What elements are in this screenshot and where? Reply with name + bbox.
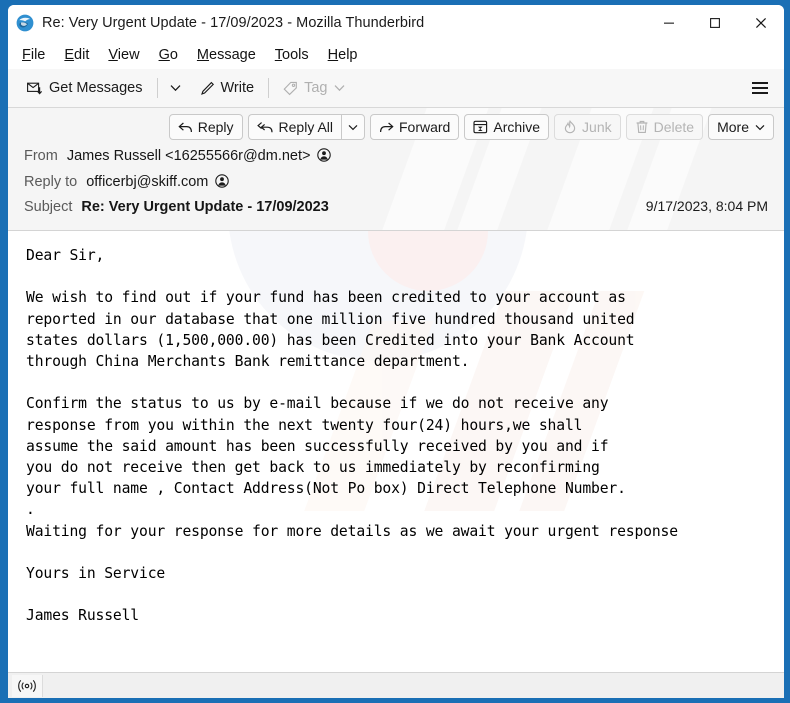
archive-button[interactable]: Archive	[464, 114, 550, 140]
from-label: From	[24, 148, 58, 164]
delete-button[interactable]: Delete	[625, 114, 704, 140]
junk-button[interactable]: Junk	[554, 114, 621, 140]
archive-label: Archive	[493, 119, 541, 135]
reply-arrow-icon	[178, 121, 193, 134]
subject-value: Re: Very Urgent Update - 17/09/2023	[81, 199, 329, 215]
delete-label: Delete	[653, 119, 695, 135]
window-inner: Re: Very Urgent Update - 17/09/2023 - Mo…	[8, 5, 784, 698]
thunderbird-logo-icon	[16, 14, 34, 32]
broadcast-online-icon[interactable]	[12, 674, 43, 697]
reply-all-label: Reply All	[278, 119, 333, 135]
close-button[interactable]	[738, 5, 784, 41]
reply-all-dropdown[interactable]	[341, 114, 365, 140]
from-value[interactable]: James Russell <16255566r@dm.net>	[67, 148, 311, 164]
reply-to-label: Reply to	[24, 174, 78, 190]
more-label: More	[717, 119, 749, 135]
flame-icon	[563, 120, 577, 134]
get-messages-dropdown[interactable]	[165, 75, 187, 102]
reply-all-arrow-icon	[256, 121, 274, 134]
more-dropdown-chevron	[755, 124, 765, 131]
message-body: Dear Sir, We wish to find out if your fu…	[8, 231, 784, 672]
menu-message[interactable]: Message	[197, 47, 256, 63]
archive-box-icon	[473, 120, 488, 134]
get-messages-label: Get Messages	[49, 80, 143, 96]
reply-all-group: Reply All	[247, 114, 365, 140]
reply-label: Reply	[197, 119, 234, 135]
trash-icon	[635, 120, 649, 134]
header-replyto-row: Reply to officerbj@skiff.com	[8, 170, 784, 196]
tag-label: Tag	[304, 80, 328, 96]
forward-button[interactable]: Forward	[370, 114, 460, 140]
chevron-down-icon	[335, 85, 345, 92]
get-messages-button[interactable]: Get Messages	[20, 75, 150, 102]
chevron-down-icon	[755, 124, 765, 130]
menu-view[interactable]: View	[108, 47, 139, 63]
window-controls	[646, 5, 784, 41]
chevron-down-icon	[170, 85, 181, 92]
junk-label: Junk	[582, 119, 612, 135]
message-action-row: Reply Reply All Forward Archive Junk Del…	[8, 108, 784, 144]
header-from-row: From James Russell <16255566r@dm.net>	[8, 144, 784, 170]
hamburger-menu-icon[interactable]	[746, 75, 774, 102]
tag-icon	[283, 81, 298, 96]
contact-person-icon[interactable]	[317, 148, 332, 162]
title-bar: Re: Very Urgent Update - 17/09/2023 - Mo…	[8, 5, 784, 41]
tag-button[interactable]: Tag	[276, 75, 352, 102]
menu-bar: File Edit View Go Message Tools Help	[8, 41, 784, 69]
toolbar-divider-1	[156, 78, 158, 98]
header-subject-row: Subject Re: Very Urgent Update - 17/09/2…	[8, 196, 784, 222]
tag-dropdown-chevron[interactable]	[334, 84, 345, 92]
thunderbird-window: Re: Very Urgent Update - 17/09/2023 - Mo…	[0, 0, 790, 703]
maximize-button[interactable]	[692, 5, 738, 41]
message-body-text: Dear Sir, We wish to find out if your fu…	[26, 247, 678, 625]
menu-help[interactable]: Help	[328, 47, 358, 63]
envelope-download-icon	[27, 81, 43, 96]
message-date: 9/17/2023, 8:04 PM	[645, 198, 768, 214]
menu-edit[interactable]: Edit	[64, 47, 89, 63]
write-label: Write	[220, 80, 255, 96]
more-button[interactable]: More	[708, 114, 774, 140]
forward-label: Forward	[399, 119, 451, 135]
write-button[interactable]: Write	[193, 75, 262, 102]
main-toolbar: Get Messages Write Tag	[8, 69, 784, 108]
chevron-down-icon	[348, 124, 358, 130]
status-bar	[8, 672, 784, 698]
reply-button[interactable]: Reply	[168, 114, 243, 140]
menu-go[interactable]: Go	[159, 47, 178, 63]
forward-arrow-icon	[379, 121, 394, 134]
subject-label: Subject	[24, 199, 73, 215]
menu-tools[interactable]: Tools	[275, 47, 309, 63]
message-header: Reply Reply All Forward Archive Junk Del…	[8, 108, 784, 231]
pencil-icon	[200, 81, 215, 96]
reply-to-value[interactable]: officerbj@skiff.com	[86, 174, 208, 190]
contact-person-icon[interactable]	[215, 174, 230, 188]
toolbar-divider-2	[268, 78, 270, 98]
menu-file[interactable]: File	[22, 47, 45, 63]
reply-all-button[interactable]: Reply All	[247, 114, 341, 140]
window-title: Re: Very Urgent Update - 17/09/2023 - Mo…	[42, 15, 425, 31]
minimize-button[interactable]	[646, 5, 692, 41]
